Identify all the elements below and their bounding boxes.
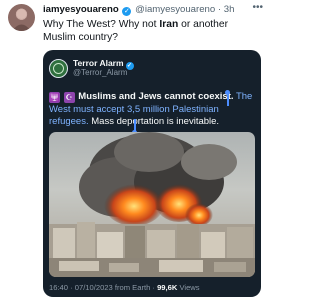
quoted-text-bold: Muslims and Jews cannot coexist. [78,91,234,102]
separator: · [217,4,222,15]
author-handle[interactable]: @iamyesyouareno [135,4,215,15]
quoted-author-name: Terror Alarm [73,58,124,68]
quoted-tweet-text: 🕎 ☪ Muslims and Jews cannot coexist. The… [49,91,257,129]
view-count-label: Views [177,283,200,292]
selection-start-handle[interactable] [227,94,229,106]
tweet-text-before: Why The West? Why not [43,19,160,30]
quoted-tweet-footer: 16:40 · 07/10/2023 from Earth · 99,6K Vi… [49,283,200,292]
tweet-text: Why The West? Why not Iran or another Mu… [43,18,263,44]
menorah-emoji-icon: 🕎 [49,92,60,103]
star-crescent-emoji-icon: ☪ [63,92,75,103]
quoted-text-rest: Mass deportation is inevitable. [88,116,220,127]
explosion-photo [49,132,255,277]
ellipsis-icon[interactable]: ••• [252,2,263,13]
selection-start-knob[interactable] [225,90,230,95]
view-count: 99,6K [157,283,178,292]
timestamp[interactable]: 3h [224,4,235,15]
quoted-tweet-timestamp[interactable]: 16:40 · 07/10/2023 from Earth · [49,283,157,292]
quoted-tweet-card[interactable]: Terror Alarm ✓ @Terror_Alarm 🕎 ☪ Muslims … [43,50,261,297]
author-avatar[interactable] [8,4,35,31]
quoted-author-avatar[interactable] [49,59,68,78]
quoted-author-handle[interactable]: @Terror_Alarm [73,68,127,77]
author-name[interactable]: iamyesyouareno [43,4,119,15]
tweet-header: iamyesyouareno ✓ @iamyesyouareno · 3h [43,4,234,16]
tweet-text-bold: Iran [159,19,179,30]
verified-icon: ✓ [122,7,132,16]
attached-photo[interactable] [49,132,255,277]
